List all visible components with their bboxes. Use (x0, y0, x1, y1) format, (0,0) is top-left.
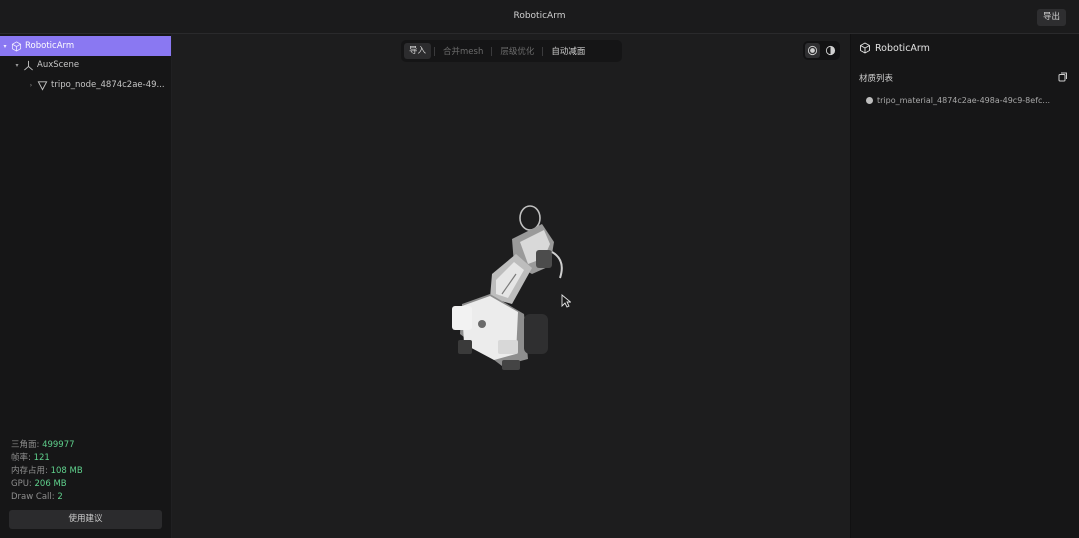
tree-item-label: RoboticArm (25, 41, 75, 51)
chevron-down-icon[interactable]: ▾ (0, 43, 10, 50)
materials-section-title: 材质列表 (859, 74, 894, 84)
half-sphere-icon (826, 45, 836, 56)
tree-item-roboticarm[interactable]: ▾ RoboticArm (0, 36, 171, 56)
scene-panel: ▾ RoboticArm ▾ AuxScene › tripo_node_487… (0, 34, 172, 538)
stat-triangles: 三角面: 499977 (11, 440, 75, 450)
inspector-object-title: RoboticArm (859, 42, 930, 54)
tree-item-label: tripo_node_4874c2ae-49... (51, 80, 165, 90)
material-sphere-icon (866, 97, 873, 104)
cube-icon (860, 42, 870, 54)
merge-mesh-button[interactable]: 合并mesh (438, 45, 488, 57)
chevron-down-icon[interactable]: ▾ (12, 62, 22, 69)
view-mode-toggle (803, 41, 840, 60)
title-bar: RoboticArm 导出 (0, 0, 1079, 34)
inspector-panel: RoboticArm 材质列表 tripo_material_4874c2ae-… (851, 34, 1079, 538)
solid-view-button[interactable] (804, 43, 820, 58)
toolbar-divider (491, 46, 493, 56)
window-title: RoboticArm (513, 11, 566, 21)
import-button[interactable]: 导入 (404, 43, 432, 59)
lod-optimize-button[interactable]: 层级优化 (495, 45, 539, 57)
wireframe-view-button[interactable] (823, 43, 838, 58)
copy-icon[interactable] (1058, 72, 1068, 82)
tree-item-auxscene[interactable]: ▾ AuxScene (0, 55, 171, 75)
mouse-cursor-icon (561, 294, 571, 308)
tree-item-tripo-node[interactable]: › tripo_node_4874c2ae-49... (0, 75, 171, 95)
stats-panel: 三角面: 499977 帧率: 121 内存占用: 108 MB GPU: 20… (11, 439, 161, 504)
axes-icon (22, 59, 34, 71)
toolbar-divider (542, 46, 544, 56)
stat-gpu: GPU: 206 MB (11, 479, 67, 489)
cube-icon (10, 40, 22, 52)
stat-drawcall: Draw Call: 2 (11, 492, 63, 502)
solid-sphere-icon (807, 45, 817, 56)
tree-item-label: AuxScene (37, 60, 80, 70)
export-button[interactable]: 导出 (1036, 9, 1066, 26)
stat-fps: 帧率: 121 (11, 453, 50, 463)
chevron-right-icon[interactable]: › (26, 82, 36, 89)
robotic-arm-model[interactable] (442, 194, 592, 379)
toolbar-divider (434, 46, 436, 56)
usage-suggestion-button[interactable]: 使用建议 (9, 510, 162, 529)
triangle-mesh-icon (36, 79, 48, 91)
auto-reduce-button[interactable]: 自动减面 (546, 45, 590, 57)
material-list-item[interactable]: tripo_material_4874c2ae-498a-49c9-8efc..… (866, 96, 1050, 105)
viewport-toolbar: 导入 合并mesh 层级优化 自动减面 (401, 40, 622, 62)
stat-memory: 内存占用: 108 MB (11, 466, 83, 476)
3d-viewport[interactable]: 导入 合并mesh 层级优化 自动减面 (172, 34, 850, 538)
